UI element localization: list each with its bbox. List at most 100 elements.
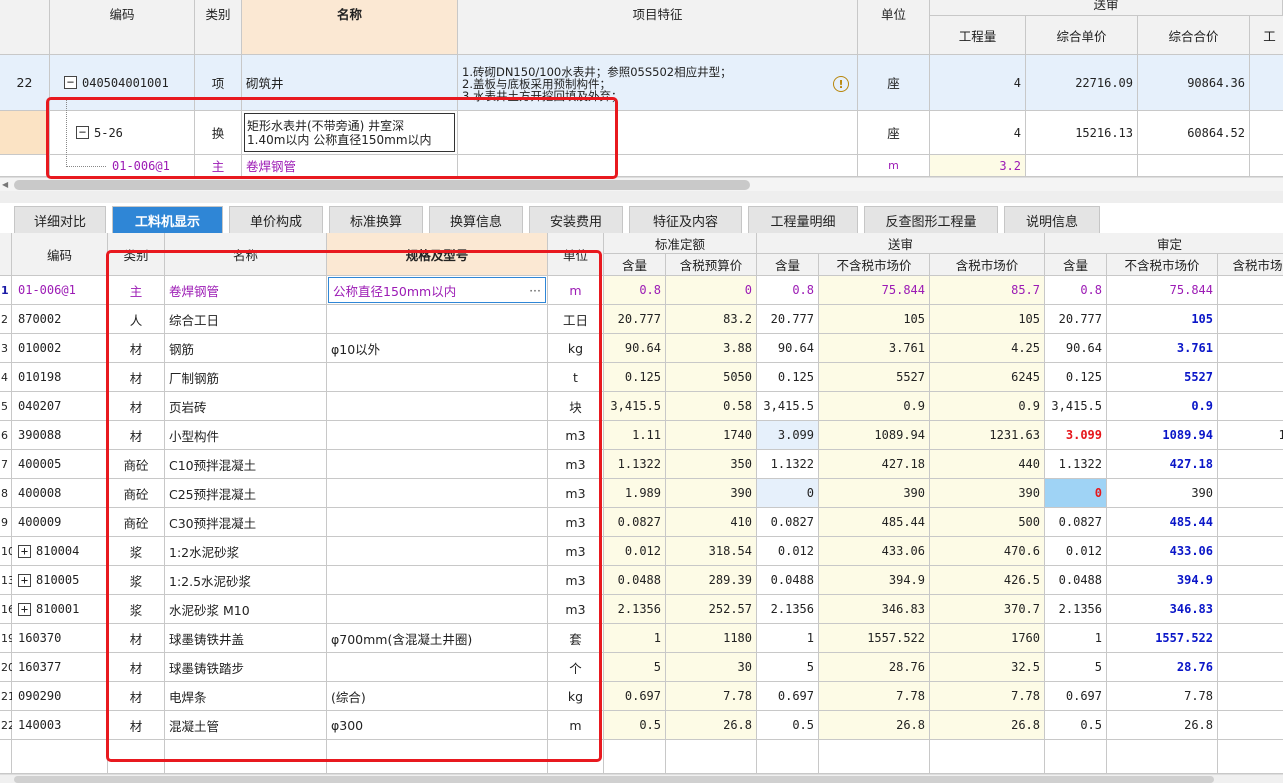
resource-spec[interactable]: φ700mm(含混凝土井圈) bbox=[327, 624, 548, 653]
send-price-in[interactable]: 390 bbox=[930, 479, 1045, 508]
audit-qty[interactable]: 3,415.5 bbox=[1045, 392, 1107, 421]
tab-features-content[interactable]: 特征及内容 bbox=[629, 206, 742, 233]
resource-category[interactable]: 材 bbox=[108, 682, 165, 711]
resource-code[interactable]: +810005 bbox=[12, 566, 108, 595]
grid-header-unit[interactable]: 单位 bbox=[548, 233, 604, 276]
send-price-in[interactable]: 7.78 bbox=[930, 682, 1045, 711]
audit-qty[interactable]: 0.125 bbox=[1045, 363, 1107, 392]
send-price-ex[interactable]: 433.06 bbox=[819, 537, 930, 566]
std-qty[interactable]: 1.1322 bbox=[604, 450, 666, 479]
resource-unit[interactable]: 套 bbox=[548, 624, 604, 653]
tab-unit-price-composition[interactable]: 单价构成 bbox=[229, 206, 323, 233]
resource-unit[interactable]: t bbox=[548, 363, 604, 392]
send-qty[interactable]: 1 bbox=[757, 624, 819, 653]
scroll-left-arrow-icon[interactable]: ◀ bbox=[2, 181, 8, 189]
sub-row-qty[interactable]: 4 bbox=[930, 111, 1026, 155]
send-price-ex[interactable]: 394.9 bbox=[819, 566, 930, 595]
send-price-ex[interactable]: 485.44 bbox=[819, 508, 930, 537]
audit-price-ex[interactable]: 346.83 bbox=[1107, 595, 1218, 624]
audit-price-in[interactable] bbox=[1218, 537, 1283, 566]
audit-price-ex[interactable]: 0.9 bbox=[1107, 392, 1218, 421]
tab-installation-fee[interactable]: 安装费用 bbox=[529, 206, 623, 233]
collapse-toggle-icon[interactable]: − bbox=[76, 126, 89, 139]
tab-conversion-info[interactable]: 换算信息 bbox=[429, 206, 523, 233]
send-qty[interactable]: 0.012 bbox=[757, 537, 819, 566]
resource-spec[interactable] bbox=[327, 479, 548, 508]
resource-unit[interactable]: kg bbox=[548, 334, 604, 363]
send-qty[interactable]: 0.125 bbox=[757, 363, 819, 392]
std-qty[interactable]: 0.5 bbox=[604, 711, 666, 740]
audit-qty[interactable]: 1.1322 bbox=[1045, 450, 1107, 479]
send-price-ex[interactable]: 1089.94 bbox=[819, 421, 930, 450]
audit-qty[interactable]: 1 bbox=[1045, 624, 1107, 653]
resource-unit[interactable]: m3 bbox=[548, 508, 604, 537]
audit-price-ex[interactable]: 390 bbox=[1107, 479, 1218, 508]
send-price-in[interactable]: 1231.63 bbox=[930, 421, 1045, 450]
std-price[interactable]: 1740 bbox=[666, 421, 757, 450]
resource-spec[interactable] bbox=[327, 421, 548, 450]
audit-price-in[interactable] bbox=[1218, 276, 1283, 305]
resource-code[interactable]: +810001 bbox=[12, 595, 108, 624]
send-price-ex[interactable]: 26.8 bbox=[819, 711, 930, 740]
grid-header-audit-price-ex[interactable]: 不含税市场价 bbox=[1107, 254, 1218, 276]
audit-price-in[interactable] bbox=[1218, 653, 1283, 682]
resource-name[interactable]: 小型构件 bbox=[165, 421, 327, 450]
std-price[interactable]: 3.88 bbox=[666, 334, 757, 363]
expand-toggle-icon[interactable]: + bbox=[18, 602, 31, 616]
send-qty[interactable]: 0.5 bbox=[757, 711, 819, 740]
resource-spec[interactable] bbox=[327, 450, 548, 479]
send-qty[interactable]: 0 bbox=[757, 479, 819, 508]
std-price[interactable]: 30 bbox=[666, 653, 757, 682]
audit-qty[interactable]: 2.1356 bbox=[1045, 595, 1107, 624]
resource-category[interactable]: 主 bbox=[108, 276, 165, 305]
resource-category[interactable]: 浆 bbox=[108, 566, 165, 595]
std-qty[interactable]: 0.697 bbox=[604, 682, 666, 711]
resource-category[interactable]: 浆 bbox=[108, 537, 165, 566]
send-price-in[interactable]: 370.7 bbox=[930, 595, 1045, 624]
audit-qty[interactable]: 0.5 bbox=[1045, 711, 1107, 740]
resource-code[interactable]: 010198 bbox=[12, 363, 108, 392]
audit-price-ex[interactable]: 26.8 bbox=[1107, 711, 1218, 740]
audit-qty[interactable]: 0 bbox=[1045, 479, 1107, 508]
top-header-qty[interactable]: 工程量 bbox=[930, 16, 1026, 55]
std-qty[interactable]: 1.11 bbox=[604, 421, 666, 450]
resource-spec[interactable] bbox=[327, 305, 548, 334]
scrollbar-thumb[interactable] bbox=[14, 776, 1214, 783]
resource-unit[interactable]: m bbox=[548, 711, 604, 740]
resource-spec[interactable] bbox=[327, 566, 548, 595]
resource-category[interactable]: 材 bbox=[108, 363, 165, 392]
grid-header-category[interactable]: 类别 bbox=[108, 233, 165, 276]
audit-price-ex[interactable]: 433.06 bbox=[1107, 537, 1218, 566]
resource-name[interactable]: 厂制钢筋 bbox=[165, 363, 327, 392]
top-horizontal-scrollbar[interactable]: ◀ bbox=[0, 177, 1283, 191]
audit-qty[interactable]: 3.099 bbox=[1045, 421, 1107, 450]
resource-spec[interactable]: 公称直径150mm以内 ··· bbox=[327, 276, 548, 305]
sub-row-features[interactable] bbox=[458, 111, 858, 155]
top-header-unit-price[interactable]: 综合单价 bbox=[1026, 16, 1138, 55]
send-price-ex[interactable]: 3.761 bbox=[819, 334, 930, 363]
top-header-name[interactable]: 名称 bbox=[242, 0, 458, 55]
resource-unit[interactable]: 块 bbox=[548, 392, 604, 421]
send-price-ex[interactable]: 105 bbox=[819, 305, 930, 334]
bottom-horizontal-scrollbar[interactable] bbox=[0, 774, 1283, 783]
audit-price-in[interactable] bbox=[1218, 479, 1283, 508]
warning-icon[interactable]: ! bbox=[833, 76, 849, 92]
std-qty[interactable]: 1.989 bbox=[604, 479, 666, 508]
send-price-in[interactable]: 470.6 bbox=[930, 537, 1045, 566]
top-header-code[interactable]: 编码 bbox=[50, 0, 195, 55]
send-price-ex[interactable]: 5527 bbox=[819, 363, 930, 392]
send-price-in[interactable]: 105 bbox=[930, 305, 1045, 334]
resource-spec[interactable] bbox=[327, 653, 548, 682]
sub-row-name-cell[interactable]: 矩形水表井(不带旁通) 井室深 1.40m以内 公称直径150mm以内 bbox=[242, 111, 458, 155]
resource-name[interactable]: 水泥砂浆 M10 bbox=[165, 595, 327, 624]
send-price-in[interactable]: 1760 bbox=[930, 624, 1045, 653]
std-price[interactable]: 410 bbox=[666, 508, 757, 537]
audit-price-ex[interactable]: 1089.94 bbox=[1107, 421, 1218, 450]
resource-category[interactable]: 材 bbox=[108, 653, 165, 682]
std-price[interactable]: 5050 bbox=[666, 363, 757, 392]
resource-code[interactable]: 010002 bbox=[12, 334, 108, 363]
resource-category[interactable]: 商砼 bbox=[108, 479, 165, 508]
resource-category[interactable]: 浆 bbox=[108, 595, 165, 624]
resource-category[interactable]: 材 bbox=[108, 624, 165, 653]
std-qty[interactable]: 0.012 bbox=[604, 537, 666, 566]
